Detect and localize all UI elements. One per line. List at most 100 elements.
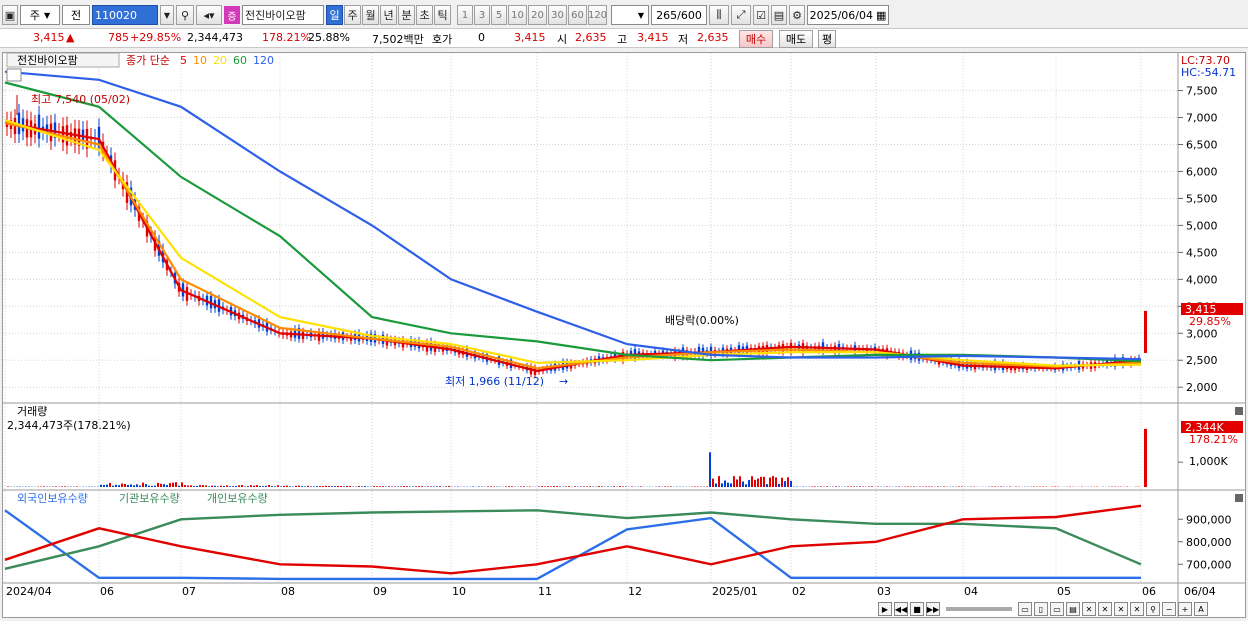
- minute-option-7[interactable]: 120: [588, 5, 607, 25]
- layout-icon-2[interactable]: ▯: [1034, 602, 1048, 616]
- stock-code-value: 110020: [95, 8, 137, 22]
- volume-bar: [55, 486, 57, 487]
- volume-bar: [142, 482, 144, 487]
- period-tab-5[interactable]: 초: [416, 5, 433, 25]
- scroll-right-icon[interactable]: ▶: [878, 602, 892, 616]
- volume-bar: [559, 486, 561, 487]
- sound-icon[interactable]: ◂▾: [196, 5, 222, 25]
- save-icon[interactable]: ▤: [771, 5, 787, 25]
- volume-bar: [538, 486, 540, 487]
- volume-bar: [109, 482, 111, 487]
- period-tab-4[interactable]: 분: [398, 5, 415, 25]
- volume-bar: [280, 486, 282, 487]
- volume-bar: [598, 486, 600, 487]
- layout-icon-4[interactable]: ▤: [1066, 602, 1080, 616]
- change-pct: +29.85%: [130, 31, 182, 44]
- count-box[interactable]: 265/600: [651, 5, 707, 25]
- prev-select[interactable]: 전: [62, 5, 90, 25]
- y-tick-label: 4,000: [1186, 273, 1218, 286]
- price-panel-title: 전진바이오팜: [17, 54, 78, 67]
- volume-bar: [937, 486, 939, 487]
- interval-select[interactable]: ▼: [611, 5, 649, 25]
- volume-bar: [766, 484, 768, 487]
- volume-bar: [112, 485, 114, 487]
- volume-close-icon[interactable]: [1235, 407, 1243, 415]
- x-tick-label: 2025/01: [712, 585, 758, 598]
- volume-bar: [394, 486, 396, 487]
- volume-bar: [721, 483, 723, 487]
- plus-icon[interactable]: +: [1178, 602, 1192, 616]
- volume-bar: [520, 486, 522, 487]
- minute-option-3[interactable]: 10: [508, 5, 527, 25]
- minus-icon[interactable]: −: [1162, 602, 1176, 616]
- volume-bar: [415, 486, 417, 487]
- volume-bar: [361, 486, 363, 487]
- volume-bar: [100, 484, 102, 487]
- volume-ratio: 178.21%: [262, 31, 311, 44]
- minute-option-0[interactable]: 1: [457, 5, 473, 25]
- layout-icon-3[interactable]: ▭: [1050, 602, 1064, 616]
- zoom-icon[interactable]: ⚲: [1146, 602, 1160, 616]
- ma-legend-60: 60: [233, 54, 247, 67]
- volume-bar: [256, 485, 258, 487]
- last-price-pct: 29.85%: [1189, 315, 1231, 328]
- volume-bar: [544, 486, 546, 487]
- cross-icon-1[interactable]: ✕: [1082, 602, 1096, 616]
- date-input[interactable]: 2025/06/04 ▦: [807, 5, 889, 25]
- volume-bar: [277, 485, 279, 487]
- minute-option-4[interactable]: 20: [528, 5, 547, 25]
- rewind-icon[interactable]: ◀◀: [894, 602, 908, 616]
- minute-option-6[interactable]: 60: [568, 5, 587, 25]
- period-tab-3[interactable]: 년: [380, 5, 397, 25]
- x-tick-label: 12: [628, 585, 642, 598]
- layout-icon-1[interactable]: ▭: [1018, 602, 1032, 616]
- period-tab-1[interactable]: 주: [344, 5, 361, 25]
- individual-title: 개인보유수량: [207, 492, 268, 505]
- volume-bar-spike: [709, 452, 711, 487]
- holding-tick-label: 700,000: [1186, 558, 1232, 571]
- candle-type-icon[interactable]: ⫼: [709, 5, 729, 25]
- chart-area[interactable]: 7,500 7,000 6,500 6,000 5,500 5,000 4,500 4,000…: [2, 52, 1246, 618]
- code-dropdown-icon[interactable]: ▼: [160, 5, 174, 25]
- volume-bar: [631, 486, 633, 487]
- volume-bar: [349, 486, 351, 487]
- minute-option-2[interactable]: 5: [491, 5, 507, 25]
- gear-icon[interactable]: ⚙: [789, 5, 805, 25]
- window-menu-icon[interactable]: ▣: [2, 5, 18, 25]
- draw-tool-icon[interactable]: ⤢: [731, 5, 751, 25]
- search-icon[interactable]: ⚲: [176, 5, 194, 25]
- volume-bar: [235, 486, 237, 487]
- y-tick-label: 7,000: [1186, 112, 1218, 125]
- stop-icon[interactable]: ■: [910, 602, 924, 616]
- checkbox-icon[interactable]: ☑: [753, 5, 769, 25]
- period-tab-2[interactable]: 월: [362, 5, 379, 25]
- period-tab-6[interactable]: 틱: [434, 5, 451, 25]
- cross-icon-4[interactable]: ✕: [1130, 602, 1144, 616]
- period-tab-0[interactable]: 일: [326, 5, 343, 25]
- market-select[interactable]: 주 ▼: [20, 5, 60, 25]
- buy-button[interactable]: 매수: [739, 30, 773, 48]
- stock-badge-label: 증: [227, 11, 237, 23]
- cross-icon-2[interactable]: ✕: [1098, 602, 1112, 616]
- volume-bar: [310, 486, 312, 487]
- font-icon[interactable]: A: [1194, 602, 1208, 616]
- cross-icon-3[interactable]: ✕: [1114, 602, 1128, 616]
- chart-svg[interactable]: 7,500 7,000 6,500 6,000 5,500 5,000 4,500 4,000…: [3, 52, 1245, 617]
- volume-bars: [7, 428, 1183, 487]
- holding-close-icon[interactable]: [1235, 494, 1243, 502]
- eval-button[interactable]: 평: [818, 30, 836, 48]
- forward-icon[interactable]: ▶▶: [926, 602, 940, 616]
- legend-prefix: 종가 단순: [126, 54, 170, 67]
- stock-code-input[interactable]: 110020: [92, 5, 158, 25]
- ma-legend-10: 10: [193, 54, 207, 67]
- volume-bar: [106, 484, 108, 487]
- volume-bar: [961, 486, 963, 487]
- minute-option-1[interactable]: 3: [474, 5, 490, 25]
- x-axis-ticks: 2024/04 06 07 08 09 10 11 12 2025/01 02 03 04 05 06 06…: [6, 585, 1216, 598]
- minute-option-5[interactable]: 30: [548, 5, 567, 25]
- sell-button[interactable]: 매도: [779, 30, 813, 48]
- grid-toggle-icon[interactable]: [6, 68, 22, 82]
- count-value: 265: [656, 8, 678, 22]
- zoom-slider[interactable]: [946, 607, 1012, 611]
- stock-name-box[interactable]: 전진바이오팜: [242, 5, 324, 25]
